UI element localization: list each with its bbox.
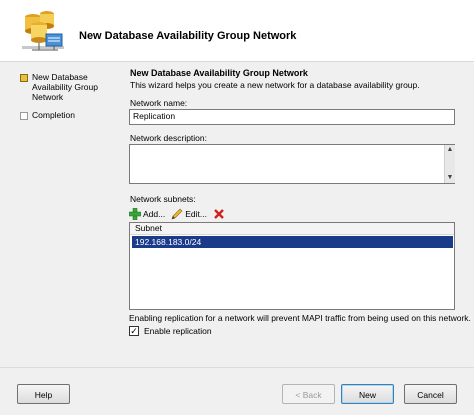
wizard-footer: Help < Back New Cancel bbox=[0, 367, 474, 415]
subnets-toolbar: Add... Edit... bbox=[129, 207, 231, 221]
plus-icon bbox=[129, 208, 141, 220]
table-row[interactable]: 192.168.183.0/24 bbox=[132, 236, 453, 248]
network-description-label: Network description: bbox=[130, 133, 208, 143]
scroll-up-icon[interactable]: ▲ bbox=[445, 145, 455, 155]
network-subnets-label: Network subnets: bbox=[130, 194, 196, 204]
network-name-label: Network name: bbox=[130, 98, 188, 108]
edit-subnet-button[interactable]: Edit... bbox=[171, 207, 207, 221]
page-description: This wizard helps you create a new netwo… bbox=[130, 80, 420, 90]
delete-x-icon bbox=[214, 209, 224, 219]
enable-replication-row[interactable]: ✓ Enable replication bbox=[129, 326, 212, 336]
description-scrollbar[interactable]: ▲ ▼ bbox=[444, 145, 455, 183]
step-new-dag-network: New Database Availability Group Network bbox=[20, 72, 112, 102]
wizard-steps-pane: New Database Availability Group Network … bbox=[0, 62, 118, 367]
step-completion: Completion bbox=[20, 110, 112, 120]
edit-label: Edit... bbox=[185, 209, 207, 219]
step-label: New Database Availability Group Network bbox=[32, 72, 98, 102]
wizard-title: New Database Availability Group Network bbox=[79, 30, 297, 42]
remove-subnet-button[interactable] bbox=[213, 207, 225, 221]
add-label: Add... bbox=[143, 209, 166, 219]
cancel-button[interactable]: Cancel bbox=[404, 384, 457, 404]
subnets-list[interactable]: Subnet 192.168.183.0/24 bbox=[129, 222, 455, 310]
page-title: New Database Availability Group Network bbox=[130, 68, 308, 78]
new-button[interactable]: New bbox=[341, 384, 394, 404]
pending-step-icon bbox=[20, 112, 28, 120]
pencil-icon bbox=[171, 208, 183, 220]
scroll-down-icon[interactable]: ▼ bbox=[445, 173, 455, 183]
enable-replication-label[interactable]: Enable replication bbox=[144, 326, 212, 336]
network-description-input[interactable] bbox=[129, 144, 455, 184]
step-label: Completion bbox=[32, 110, 75, 120]
help-button[interactable]: Help bbox=[17, 384, 70, 404]
back-button[interactable]: < Back bbox=[282, 384, 335, 404]
active-step-icon bbox=[20, 74, 28, 82]
network-name-input[interactable]: Replication bbox=[129, 109, 455, 125]
add-subnet-button[interactable]: Add... bbox=[129, 207, 165, 221]
database-network-icon bbox=[22, 11, 64, 51]
replication-warning: Enabling replication for a network will … bbox=[129, 313, 471, 323]
subnet-column-header[interactable]: Subnet bbox=[130, 223, 454, 235]
enable-replication-checkbox[interactable]: ✓ bbox=[129, 326, 139, 336]
wizard-header: New Database Availability Group Network bbox=[0, 0, 474, 62]
wizard-content: New Database Availability Group Network … bbox=[118, 62, 474, 367]
